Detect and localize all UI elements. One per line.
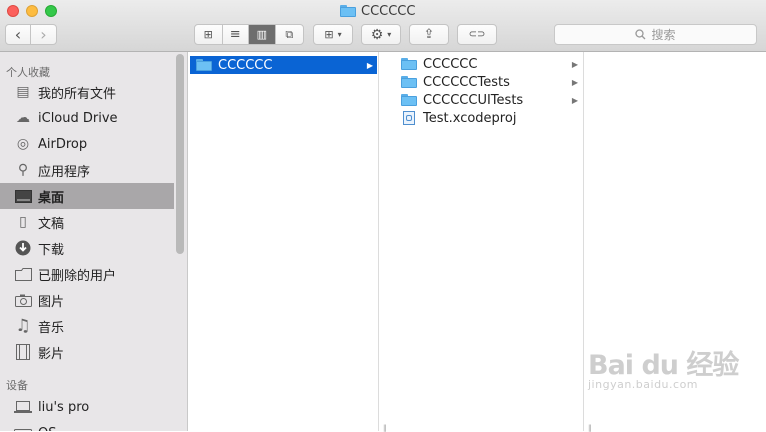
documents-icon: ▯ (19, 214, 27, 230)
list-item[interactable]: Test.xcodeproj (395, 109, 582, 127)
all-files-icon: ▤ (16, 84, 30, 100)
disk-icon (14, 424, 32, 431)
list-item[interactable]: CCCCCCTests ▶ (395, 73, 582, 91)
forward-button[interactable]: › (31, 25, 56, 44)
sidebar-item-all-files[interactable]: ▤ 我的所有文件 (0, 79, 174, 105)
sidebar-item-icloud-drive[interactable]: ☁ iCloud Drive (0, 105, 174, 131)
window-title-text: CCCCCC (361, 3, 416, 19)
desktop-icon (14, 187, 32, 205)
sidebar-item-label: 我的所有文件 (38, 86, 117, 102)
title-bar: CCCCCC ‹ › ⊞ ≡ ▥ ⧉ ⊞ ▾ ⚙ ▾ ⇪ ⊂⊃ 搜索 (0, 0, 766, 52)
sidebar-item-music[interactable]: ♫ 音乐 (0, 313, 174, 339)
downloads-icon (14, 239, 32, 257)
action-button[interactable]: ⚙ ▾ (361, 24, 401, 45)
item-name: CCCCCCUITests (423, 92, 524, 108)
xcode-project-icon (403, 111, 415, 125)
folder-icon (14, 265, 32, 283)
airdrop-icon: ◎ (16, 136, 30, 152)
folder-icon (401, 94, 417, 106)
folder-icon (196, 59, 212, 71)
sidebar-item-applications[interactable]: ⚲ 应用程序 (0, 157, 174, 183)
sidebar-item-label: OS (38, 426, 56, 432)
sidebar-item-movies[interactable]: 影片 (0, 339, 174, 365)
zoom-window-button[interactable] (45, 5, 57, 17)
movies-icon (14, 343, 32, 361)
sidebar-item-label: 文稿 (38, 216, 65, 232)
list-item[interactable]: CCCCCC ▶ (190, 56, 377, 74)
favorites-header: 个人收藏 (6, 66, 50, 79)
edit-tags-button[interactable]: ⊂⊃ (457, 24, 497, 45)
sidebar-item-label: 已删除的用户 (38, 268, 117, 284)
list-item[interactable]: CCCCCC ▶ (395, 55, 582, 73)
sidebar-item-deleted-users[interactable]: 已删除的用户 (0, 261, 174, 287)
item-name: CCCCCC (423, 56, 478, 72)
devices-header: 设备 (6, 379, 28, 392)
watermark: Bai du 经验 jingyan.baidu.com (588, 343, 739, 391)
disclosure-arrow-icon: ▶ (571, 59, 578, 69)
sidebar-scrollbar[interactable] (176, 54, 184, 254)
window-title: CCCCCC (340, 3, 415, 19)
list-view-button[interactable]: ≡ (223, 25, 250, 44)
column-gutter (379, 52, 393, 431)
sidebar-item-label: 影片 (38, 346, 65, 362)
back-button[interactable]: ‹ (6, 25, 32, 44)
item-name: Test.xcodeproj (423, 110, 517, 126)
close-window-button[interactable] (7, 5, 19, 17)
item-name: CCCCCC (218, 57, 273, 73)
gear-icon: ⚙ (370, 26, 384, 43)
sidebar-item-documents[interactable]: ▯ 文稿 (0, 209, 174, 235)
sidebar-item-desktop[interactable]: 桌面 (0, 183, 174, 209)
sidebar-item-pictures[interactable]: 图片 (0, 287, 174, 313)
sidebar-item-label: 图片 (38, 294, 65, 310)
sidebar-item-label: 应用程序 (38, 164, 91, 180)
sidebar-item-liu-pro[interactable]: liu's pro (0, 394, 174, 420)
chevron-down-icon: ▾ (387, 30, 392, 39)
sidebar-item-os[interactable]: OS (0, 420, 174, 431)
applications-icon: ⚲ (17, 162, 29, 178)
sidebar-item-label: 桌面 (38, 190, 65, 206)
folder-icon (401, 76, 417, 88)
sidebar-item-label: 下载 (38, 242, 65, 258)
item-name: CCCCCCTests (423, 74, 510, 90)
search-icon (635, 29, 646, 40)
list-item[interactable]: CCCCCCUITests ▶ (395, 91, 582, 109)
share-icon: ⇪ (423, 27, 435, 42)
view-mode-segmented-control: ⊞ ≡ ▥ ⧉ (194, 24, 304, 45)
column-view-button[interactable]: ▥ (249, 25, 276, 44)
navigation-buttons: ‹ › (5, 24, 57, 45)
pictures-icon (14, 291, 32, 309)
folder-icon (340, 5, 356, 17)
disclosure-arrow-icon: ▶ (571, 95, 578, 105)
arrange-grid-icon: ⊞ (324, 28, 334, 41)
laptop-icon (14, 398, 32, 416)
search-placeholder: 搜索 (651, 28, 676, 42)
watermark-brand: Bai du 经验 (588, 350, 739, 381)
sidebar: 个人收藏 ▤ 我的所有文件 ☁ iCloud Drive ◎ AirDrop ⚲… (0, 52, 188, 431)
sidebar-item-label: liu's pro (38, 399, 90, 415)
minimize-window-button[interactable] (26, 5, 38, 17)
chevron-down-icon: ▾ (337, 30, 342, 39)
share-button[interactable]: ⇪ (409, 24, 449, 45)
cover-flow-view-button[interactable]: ⧉ (276, 25, 303, 44)
icon-view-button[interactable]: ⊞ (195, 25, 223, 44)
column-2: CCCCCC ▶ CCCCCCTests ▶ CCCCCCUITests ▶ T… (393, 52, 584, 431)
column-1: CCCCCC ▶ (188, 52, 379, 431)
sidebar-item-label: AirDrop (38, 136, 88, 152)
folder-icon (401, 58, 417, 70)
sidebar-item-label: iCloud Drive (38, 110, 118, 126)
sidebar-item-downloads[interactable]: 下载 (0, 235, 174, 261)
tag-icon: ⊂⊃ (468, 29, 486, 40)
cloud-icon: ☁ (16, 110, 30, 126)
search-field[interactable]: 搜索 (554, 24, 757, 45)
sidebar-item-airdrop[interactable]: ◎ AirDrop (0, 131, 174, 157)
music-icon: ♫ (15, 316, 31, 336)
disclosure-arrow-icon: ▶ (366, 60, 373, 70)
sidebar-item-label: 音乐 (38, 320, 65, 336)
disclosure-arrow-icon: ▶ (571, 77, 578, 87)
arrange-button[interactable]: ⊞ ▾ (313, 24, 353, 45)
